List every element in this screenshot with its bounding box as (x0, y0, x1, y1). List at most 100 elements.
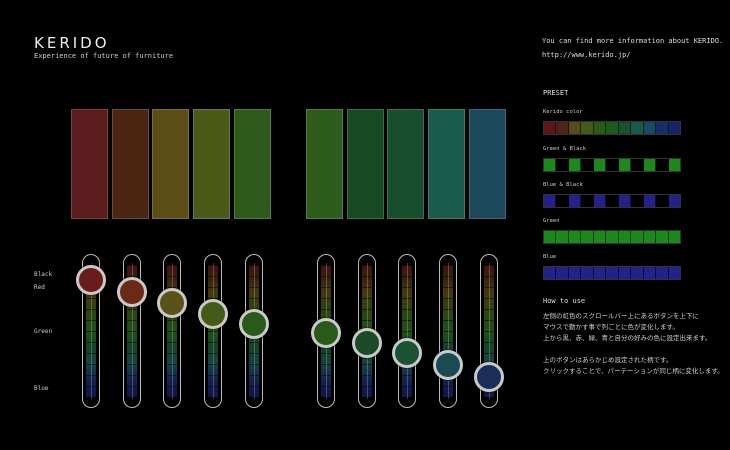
preset-cell (668, 267, 680, 279)
preset-button[interactable] (543, 158, 681, 172)
howto-text: 左側の虹色のスクロールバー上にあるボタンを上下に マウスで動かす事で列ごとに色が… (543, 311, 724, 377)
preset-cell (568, 122, 582, 134)
preset-cell (631, 231, 644, 243)
preset-cell (606, 122, 619, 134)
preset-cell (556, 231, 569, 243)
howto-line: 左側の虹色のスクロールバー上にあるボタンを上下に (543, 312, 699, 320)
color-slider-track[interactable] (162, 254, 181, 408)
preset-cell (593, 267, 607, 279)
preset-cell (606, 267, 619, 279)
preset-cell (631, 122, 644, 134)
preset-cell (631, 159, 644, 171)
preset-cell (556, 122, 569, 134)
preset-cell (668, 231, 680, 243)
preset-cell (656, 195, 669, 207)
howto-line: 上のボタンはあらかじめ設定された柄です。 (543, 356, 673, 364)
preset-cell (581, 159, 594, 171)
howto-heading: How to use (543, 297, 586, 305)
preset-cell (568, 159, 582, 171)
slider-knob[interactable] (238, 308, 269, 339)
preset-label: Green & Black (543, 146, 587, 152)
preset-cell (606, 159, 619, 171)
preset-cell (606, 195, 619, 207)
preset-cell (618, 267, 632, 279)
slider-knob[interactable] (197, 298, 228, 329)
preset-cell (593, 159, 607, 171)
preset-cell (556, 159, 569, 171)
slider-knob[interactable] (75, 265, 106, 296)
info-link[interactable]: http://www.kerido.jp/ (542, 48, 723, 62)
preset-label: Kerido color (543, 109, 583, 115)
preset-cell (581, 267, 594, 279)
preset-button[interactable] (543, 194, 681, 208)
slider-knob[interactable] (473, 361, 504, 392)
preset-cell (568, 195, 582, 207)
brand-title: KERIDO (34, 34, 110, 52)
preset-button[interactable] (543, 230, 681, 244)
preset-cell (668, 159, 680, 171)
preset-cell (606, 231, 619, 243)
slider-knob[interactable] (391, 337, 422, 368)
preset-cell (618, 195, 632, 207)
preset-cell (631, 195, 644, 207)
preset-cell (668, 122, 680, 134)
color-swatch (428, 109, 465, 219)
color-slider-track[interactable] (397, 254, 416, 408)
preset-cell (643, 267, 657, 279)
preset-button[interactable] (543, 121, 681, 135)
preset-heading: PRESET (543, 89, 569, 97)
color-swatch (71, 109, 108, 219)
howto-line: クリックすることで、パーテーションが同じ柄に変化します。 (543, 367, 724, 375)
color-swatch (387, 109, 424, 219)
brand-subtitle: Experience of future of furniture (34, 52, 174, 60)
preset-cell (593, 122, 607, 134)
preset-cell (618, 122, 632, 134)
preset-cell (656, 122, 669, 134)
color-swatch (193, 109, 230, 219)
preset-cell (568, 231, 582, 243)
level-label-red: Red (34, 284, 45, 291)
info-panel: You can find more information about KERI… (542, 34, 723, 62)
preset-cell (581, 122, 594, 134)
color-swatch (306, 109, 343, 219)
preset-cell (544, 267, 557, 279)
preset-cell (656, 231, 669, 243)
preset-cell (656, 159, 669, 171)
preset-cell (556, 195, 569, 207)
preset-cell (568, 267, 582, 279)
preset-cell (544, 195, 557, 207)
howto-line (543, 344, 724, 355)
slider-knob[interactable] (432, 350, 463, 381)
color-slider-track[interactable] (203, 254, 222, 408)
preset-label: Blue & Black (543, 182, 583, 188)
preset-cell (631, 267, 644, 279)
color-swatch (234, 109, 271, 219)
info-text: You can find more information about KERI… (542, 37, 724, 45)
color-swatch (347, 109, 384, 219)
level-label-green: Green (34, 328, 53, 335)
color-swatch (469, 109, 506, 219)
preset-cell (593, 195, 607, 207)
preset-cell (544, 159, 557, 171)
preset-cell (656, 267, 669, 279)
preset-button[interactable] (543, 266, 681, 280)
level-label-black: Black (34, 271, 53, 278)
howto-line: マウスで動かす事で列ごとに色が変化します。 (543, 323, 679, 331)
level-label-blue: Blue (34, 385, 49, 392)
preset-cell (643, 122, 657, 134)
preset-cell (581, 195, 594, 207)
preset-cell (544, 122, 557, 134)
preset-cell (643, 195, 657, 207)
preset-cell (544, 231, 557, 243)
preset-label: Blue (543, 254, 557, 260)
preset-cell (643, 231, 657, 243)
preset-cell (581, 231, 594, 243)
slider-knob[interactable] (116, 276, 147, 307)
slider-knob[interactable] (156, 288, 187, 319)
preset-cell (556, 267, 569, 279)
preset-label: Green (543, 218, 560, 224)
color-swatch (112, 109, 149, 219)
color-slider-track[interactable] (438, 254, 457, 408)
slider-knob[interactable] (310, 318, 341, 349)
slider-knob[interactable] (351, 328, 382, 359)
